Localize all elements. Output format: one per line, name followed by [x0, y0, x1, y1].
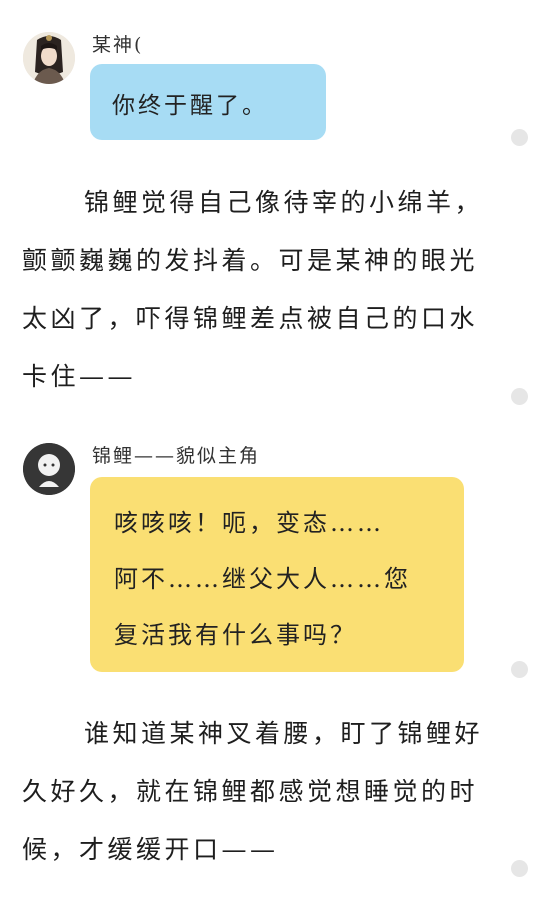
chat-bubble: 咳咳咳！呃，变态…… 阿不……继父大人……您 复活我有什么事吗？	[90, 477, 464, 672]
bubble-text: 你终于醒了。	[112, 93, 268, 119]
story-paragraph: 谁知道某神叉着腰，盯了锦鲤好久好久，就在锦鲤都感觉想睡觉的时候，才缓缓开口——	[22, 705, 484, 879]
sender-name: 某神(	[92, 34, 144, 56]
scroll-dot	[511, 129, 528, 146]
scroll-dot	[511, 860, 528, 877]
bubble-line: 复活我有什么事吗？	[114, 621, 357, 649]
character-portrait-icon	[23, 32, 75, 84]
chat-bubble: 你终于醒了。	[90, 64, 326, 140]
bubble-line: 阿不……继父大人……您	[114, 565, 411, 593]
default-user-icon	[23, 443, 75, 495]
paragraph-text: 谁知道某神叉着腰，盯了锦鲤好久好久，就在锦鲤都感觉想睡觉的时候，才缓缓开口——	[22, 719, 484, 864]
bubble-line: 咳咳咳！呃，变态……	[114, 509, 384, 537]
sender-name: 锦鲤——貌似主角	[92, 445, 261, 467]
scroll-dot	[511, 661, 528, 678]
avatar-moushen[interactable]	[23, 32, 75, 84]
scroll-dot	[511, 388, 528, 405]
avatar-jinli[interactable]	[23, 443, 75, 495]
paragraph-text: 锦鲤觉得自己像待宰的小绵羊，颤颤巍巍的发抖着。可是某神的眼光太凶了，吓得锦鲤差点…	[22, 188, 484, 391]
story-paragraph: 锦鲤觉得自己像待宰的小绵羊，颤颤巍巍的发抖着。可是某神的眼光太凶了，吓得锦鲤差点…	[22, 174, 484, 406]
